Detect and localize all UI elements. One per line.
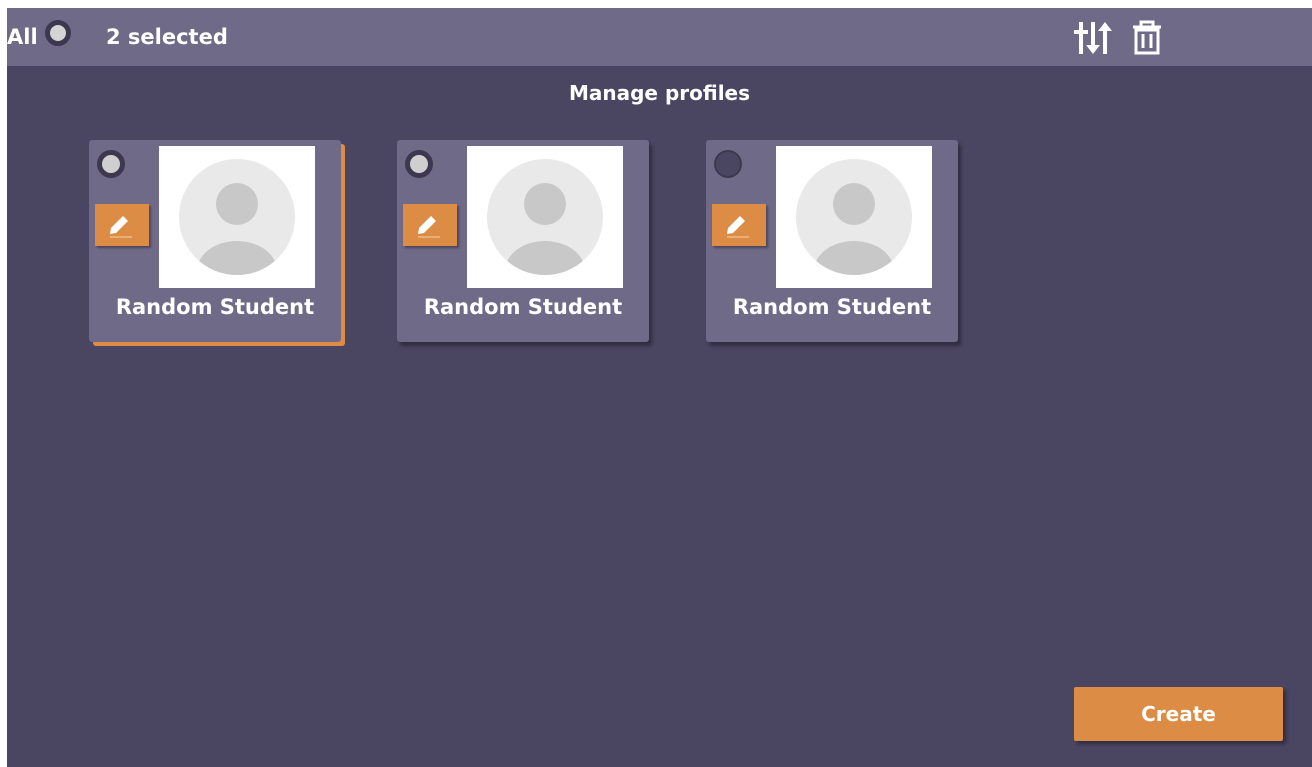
pencil-icon <box>727 216 749 238</box>
profile-card[interactable]: Random Student <box>397 140 649 342</box>
manage-profiles-screen: All 2 selected Manage profiles Random St… <box>7 8 1312 767</box>
default-avatar-icon <box>487 159 603 275</box>
profile-name: Random Student <box>115 295 315 319</box>
profile-card[interactable]: Random Student <box>89 140 341 342</box>
sort-icon[interactable] <box>1073 20 1113 56</box>
page-title: Manage profiles <box>568 81 751 105</box>
select-all-toggle[interactable] <box>45 20 71 46</box>
edit-profile-button[interactable] <box>95 204 149 246</box>
avatar <box>159 146 315 288</box>
profile-name: Random Student <box>732 295 932 319</box>
edit-profile-button[interactable] <box>712 204 766 246</box>
trash-icon[interactable] <box>1131 20 1171 56</box>
edit-profile-button[interactable] <box>403 204 457 246</box>
avatar <box>467 146 623 288</box>
pencil-icon <box>110 216 132 238</box>
avatar <box>776 146 932 288</box>
default-avatar-icon <box>179 159 295 275</box>
pencil-icon <box>418 216 440 238</box>
select-all-label: All <box>7 25 38 49</box>
create-button[interactable]: Create <box>1074 687 1283 741</box>
default-avatar-icon <box>796 159 912 275</box>
profile-select-radio[interactable] <box>97 150 125 178</box>
profile-card[interactable]: Random Student <box>706 140 958 342</box>
profile-select-radio[interactable] <box>405 150 433 178</box>
profile-select-radio[interactable] <box>714 150 742 178</box>
profile-name: Random Student <box>423 295 623 319</box>
selected-count: 2 selected <box>106 25 228 49</box>
top-bar: All 2 selected <box>7 8 1312 66</box>
